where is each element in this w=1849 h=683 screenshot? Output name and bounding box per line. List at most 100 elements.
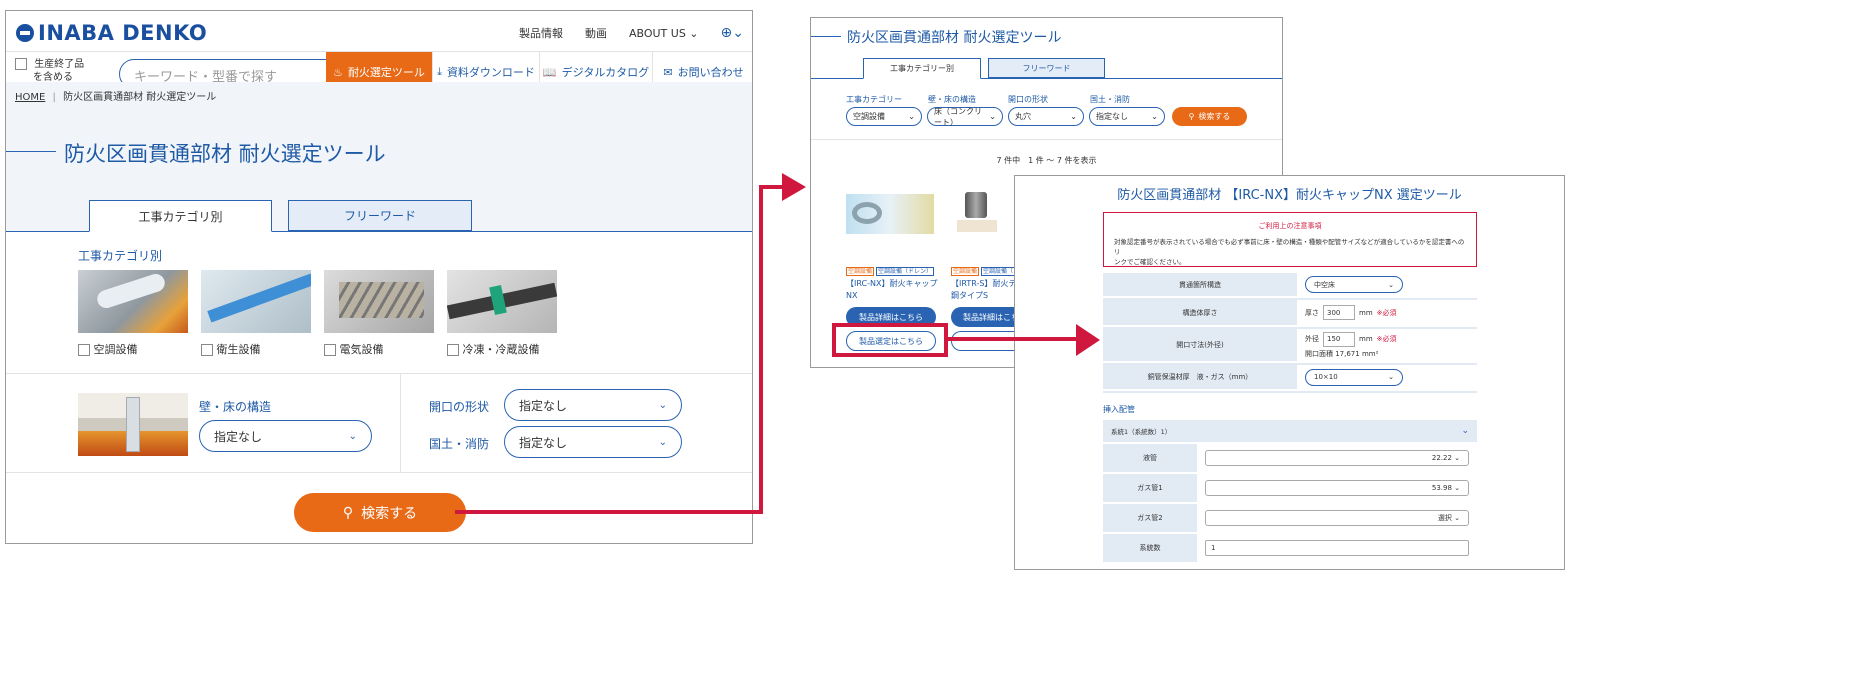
pipe-count-row: 系統数 1 — [1103, 534, 1477, 562]
breadcrumb-home[interactable]: HOME — [15, 92, 45, 103]
category-hvac[interactable]: 空調設備 — [78, 341, 138, 357]
plumbing-image — [201, 270, 311, 333]
arrow-1-horizontal — [455, 510, 762, 514]
system-header[interactable]: 系統1（系統数）1） ⌄ — [1103, 420, 1477, 442]
selector-title: 防火区画貫通部材 【IRC-NX】耐火キャップNX 選定ツール — [1117, 188, 1462, 203]
chevron-down-icon: ⌄ — [658, 436, 667, 448]
top-nav: 製品情報 動画 ABOUT US ⌄ ⊕⌄ — [519, 25, 744, 41]
filter-opening-select[interactable]: 丸穴 ⌄ — [1008, 107, 1084, 126]
discontinued-toggle[interactable]: 生産終了品 を含める — [15, 58, 84, 84]
hvac-checkbox[interactable] — [78, 344, 90, 356]
arrow-1-vertical — [759, 185, 763, 514]
hvac-image — [78, 270, 188, 333]
divider — [6, 373, 752, 374]
discontinued-checkbox[interactable] — [15, 58, 27, 70]
nav-videos[interactable]: 動画 — [585, 25, 607, 41]
search-icon: ⚲ — [1188, 112, 1195, 121]
filter-wall-select[interactable]: 床（コンクリート） ⌄ — [927, 107, 1003, 127]
book-icon: 📖 — [542, 65, 557, 79]
filter-label-opening: 開口の形状 — [1008, 95, 1048, 104]
pipe-gas1-row: ガス管1 53.98 ⌄ — [1103, 474, 1477, 502]
category-electrical[interactable]: 電気設備 — [324, 341, 384, 357]
insert-heading: 挿入配管 — [1103, 405, 1135, 414]
ministry-select[interactable]: 指定なし ⌄ — [504, 426, 682, 458]
divider-bottom — [6, 472, 752, 473]
wall-select[interactable]: 指定なし ⌄ — [199, 420, 372, 452]
filter-category-select[interactable]: 空調設備 ⌄ — [846, 107, 922, 126]
title-rule — [811, 36, 841, 37]
electrical-checkbox[interactable] — [324, 344, 336, 356]
breadcrumb-current: 防火区画貫通部材 耐火選定ツール — [63, 92, 217, 103]
product2-image[interactable] — [951, 188, 1013, 238]
tab-category[interactable]: 工事カテゴリ別 — [89, 200, 272, 232]
nav-products[interactable]: 製品情報 — [519, 25, 563, 41]
gas-pipe-2-select[interactable]: 選択 ⌄ — [1205, 510, 1469, 526]
divider — [811, 139, 1282, 140]
category-plumbing[interactable]: 衛生設備 — [201, 341, 261, 357]
result-count: 7 件中 1 件 〜 7 件を表示 — [996, 156, 1097, 165]
opening-label: 開口の形状 — [429, 400, 490, 414]
globe-icon[interactable]: ⊕⌄ — [721, 25, 744, 41]
opening-area: 開口面積 17,671 mm² — [1305, 349, 1379, 358]
product1-name[interactable]: 【IRC-NX】耐火キャップ NX — [846, 278, 937, 302]
logo-mark-icon — [16, 24, 34, 42]
breadcrumb: HOME | 防火区画貫通部材 耐火選定ツール — [15, 92, 217, 103]
category-heading: 工事カテゴリ別 — [78, 249, 163, 263]
tab-category[interactable]: 工事カテゴリー別 — [863, 58, 981, 79]
chevron-down-icon: ⌄ — [658, 399, 667, 411]
highlight-box — [832, 323, 948, 357]
search-icon: ⚲ — [342, 504, 354, 521]
liquid-pipe-select[interactable]: 22.22 ⌄ — [1205, 450, 1469, 466]
mail-icon: ✉ — [663, 65, 673, 79]
product1-tags: 空調設備 空調設備（ドレン） — [846, 267, 934, 276]
insulation-select[interactable]: 10×10 ⌄ — [1305, 368, 1403, 386]
structure-select[interactable]: 中空床 ⌄ — [1305, 276, 1403, 293]
flame-icon: ♨ — [333, 65, 343, 79]
filter-label-wall: 壁・床の構造 — [928, 95, 976, 104]
gas-pipe-1-select[interactable]: 53.98 ⌄ — [1205, 480, 1469, 496]
opening-select[interactable]: 指定なし ⌄ — [504, 389, 682, 421]
notice-text: 対象認定番号が表示されている場合でも必ず事前に床・壁の構造・種類や配管サイズなど… — [1114, 238, 1465, 266]
download-icon: ⤓ — [437, 65, 442, 78]
thickness-input[interactable]: 300 — [1323, 305, 1355, 320]
wall-label: 壁・床の構造 — [199, 400, 272, 414]
row-structure: 貫通箇所構造 中空床 ⌄ — [1103, 273, 1477, 298]
filter-label-category: 工事カテゴリー — [846, 95, 902, 104]
discontinued-label: 生産終了品 — [34, 59, 85, 70]
chevron-down-icon: ⌄ — [348, 430, 357, 442]
title-rule — [6, 151, 56, 152]
divider-vertical — [400, 373, 401, 473]
search-button[interactable]: ⚲ 検索する — [294, 493, 466, 532]
refrigeration-checkbox[interactable] — [447, 344, 459, 356]
results-title: 防火区画貫通部材 耐火選定ツール — [847, 30, 1062, 46]
product2-select-button[interactable] — [951, 331, 1021, 351]
pipe-gas2-row: ガス管2 選択 ⌄ — [1103, 504, 1477, 532]
tab-freeword[interactable]: フリーワード — [988, 58, 1105, 78]
row-opening: 開口寸法(外径) 外径 150 mm ※必須 開口面積 17,671 mm² — [1103, 329, 1477, 363]
electrical-image — [324, 270, 434, 333]
filter-ministry-select[interactable]: 指定なし ⌄ — [1089, 107, 1165, 126]
tab-freeword[interactable]: フリーワード — [288, 200, 472, 231]
category-refrigeration[interactable]: 冷凍・冷蔵設備 — [447, 341, 540, 357]
plumbing-checkbox[interactable] — [201, 344, 213, 356]
nav-about[interactable]: ABOUT US ⌄ — [629, 27, 699, 40]
refrigeration-image — [447, 270, 557, 333]
notice-title: ご利用上の注意事項 — [1258, 222, 1322, 230]
pipe-liquid-row: 液管 22.22 ⌄ — [1103, 444, 1477, 472]
notice-box: ご利用上の注意事項 対象認定番号が表示されている場合でも必ず事前に床・壁の構造・… — [1103, 212, 1477, 267]
selector-screenshot: 防火区画貫通部材 【IRC-NX】耐火キャップNX 選定ツール ご利用上の注意事… — [1014, 175, 1565, 570]
chevron-down-icon: ⌄ — [1461, 426, 1469, 436]
arrow-1-stub — [759, 185, 784, 189]
product1-image[interactable] — [846, 194, 934, 234]
main-screenshot: INABA DENKO 製品情報 動画 ABOUT US ⌄ ⊕⌄ 生産終了品 … — [5, 10, 753, 544]
product2-name[interactable]: 【IRTR-S】耐火テ 鋼タイプS — [951, 278, 1016, 302]
row-insulation: 銅管保温材厚 液・ガス（mm） 10×10 ⌄ — [1103, 365, 1477, 391]
brand-logo[interactable]: INABA DENKO — [16, 21, 207, 45]
results-search-button[interactable]: ⚲ 検索する — [1172, 107, 1247, 126]
system-count-input[interactable]: 1 — [1205, 540, 1469, 556]
filter-label-ministry: 国土・消防 — [1090, 95, 1130, 104]
brand-name: INABA DENKO — [38, 21, 208, 45]
arrow-1-head — [782, 173, 806, 201]
diameter-input[interactable]: 150 — [1323, 331, 1355, 347]
row-thickness: 構造体厚さ 厚さ 300 mm ※必須 — [1103, 300, 1477, 327]
